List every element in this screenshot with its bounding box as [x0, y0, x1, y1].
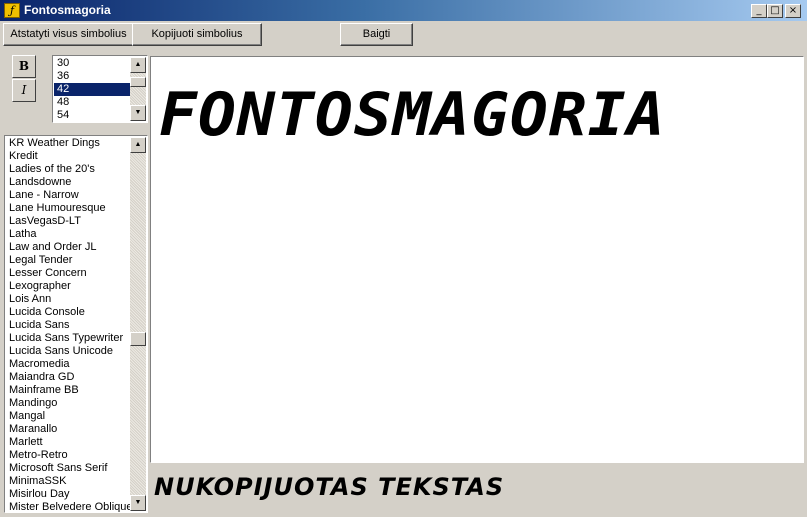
reset-symbols-button[interactable]: Atstatyti visus simbolius — [3, 23, 134, 46]
font-list-item[interactable]: Lexographer — [6, 280, 131, 293]
font-list-item[interactable]: LasVegasD-LT — [6, 215, 131, 228]
size-list-item[interactable]: 30 — [54, 57, 131, 70]
bold-button[interactable]: B — [12, 55, 36, 78]
font-list-item[interactable]: Lesser Concern — [6, 267, 131, 280]
font-list-scrollbar[interactable]: ▲ ▼ — [130, 137, 146, 511]
font-list-item[interactable]: Misirlou Day — [6, 488, 131, 501]
font-list-item[interactable]: Mainframe BB — [6, 384, 131, 397]
font-list-item[interactable]: Lucida Sans Typewriter — [6, 332, 131, 345]
copied-text-output: NUKOPIJUOTAS TEKSTAS — [154, 473, 505, 501]
font-family-list[interactable]: KR Weather Dings Kredit Ladies of the 20's… — [4, 135, 148, 513]
font-list-item[interactable]: MinimaSSK — [6, 475, 131, 488]
font-list-item[interactable]: Macromedia — [6, 358, 131, 371]
window-title: Fontosmagoria — [24, 3, 111, 17]
font-list-item[interactable]: Mandingo — [6, 397, 131, 410]
font-list-item[interactable]: Kredit — [6, 150, 131, 163]
italic-button[interactable]: I — [12, 79, 36, 102]
font-list-item[interactable]: Maranallo — [6, 423, 131, 436]
font-list-item[interactable]: Microsoft Sans Serif — [6, 462, 131, 475]
font-list-item[interactable]: Law and Order JL — [6, 241, 131, 254]
font-list-item[interactable]: Maiandra GD — [6, 371, 131, 384]
font-list-item[interactable]: Landsdowne — [6, 176, 131, 189]
font-preview-area[interactable]: FONTOSMAGORIA — [150, 56, 804, 463]
scroll-down-icon[interactable]: ▼ — [130, 495, 146, 511]
minimize-button[interactable]: _ — [751, 4, 767, 18]
preview-text: FONTOSMAGORIA — [159, 80, 666, 150]
size-list-item[interactable]: 48 — [54, 96, 131, 109]
size-list-item[interactable]: 54 — [54, 109, 131, 122]
font-list-item[interactable]: Lucida Console — [6, 306, 131, 319]
font-list-item[interactable]: Ladies of the 20's — [6, 163, 131, 176]
maximize-button[interactable]: □ — [767, 4, 783, 18]
font-list-item[interactable]: Mister Belvedere Oblique — [6, 501, 133, 512]
font-list-item[interactable]: Metro-Retro — [6, 449, 131, 462]
font-list-item[interactable]: Lucida Sans Unicode — [6, 345, 131, 358]
close-button[interactable]: × — [785, 4, 801, 18]
size-list-item[interactable]: 36 — [54, 70, 131, 83]
scroll-up-icon[interactable]: ▲ — [130, 57, 146, 73]
font-list-item[interactable]: Lucida Sans — [6, 319, 131, 332]
font-list-item[interactable]: Lane Humouresque — [6, 202, 131, 215]
scroll-up-icon[interactable]: ▲ — [130, 137, 146, 153]
scroll-thumb[interactable] — [130, 332, 146, 346]
font-size-list[interactable]: 30 36 42 48 54 ▲ ▼ — [52, 55, 148, 123]
font-list-item[interactable]: Lois Ann — [6, 293, 131, 306]
finish-button[interactable]: Baigti — [340, 23, 413, 46]
size-list-item[interactable]: 42 — [54, 83, 131, 96]
app-icon[interactable]: ƒ — [4, 3, 20, 18]
font-list-item[interactable]: Marlett — [6, 436, 131, 449]
font-list-item[interactable]: KR Weather Dings — [6, 137, 131, 150]
font-list-item[interactable]: Lane - Narrow — [6, 189, 131, 202]
scroll-down-icon[interactable]: ▼ — [130, 105, 146, 121]
font-list-item[interactable]: Latha — [6, 228, 131, 241]
title-bar: ƒ Fontosmagoria _ □ × — [0, 0, 807, 21]
font-list-item[interactable]: Legal Tender — [6, 254, 131, 267]
font-list-item[interactable]: Mangal — [6, 410, 131, 423]
copy-symbols-button[interactable]: Kopijuoti simbolius — [132, 23, 262, 46]
scroll-thumb[interactable] — [130, 77, 146, 87]
size-list-scrollbar[interactable]: ▲ ▼ — [130, 57, 146, 121]
